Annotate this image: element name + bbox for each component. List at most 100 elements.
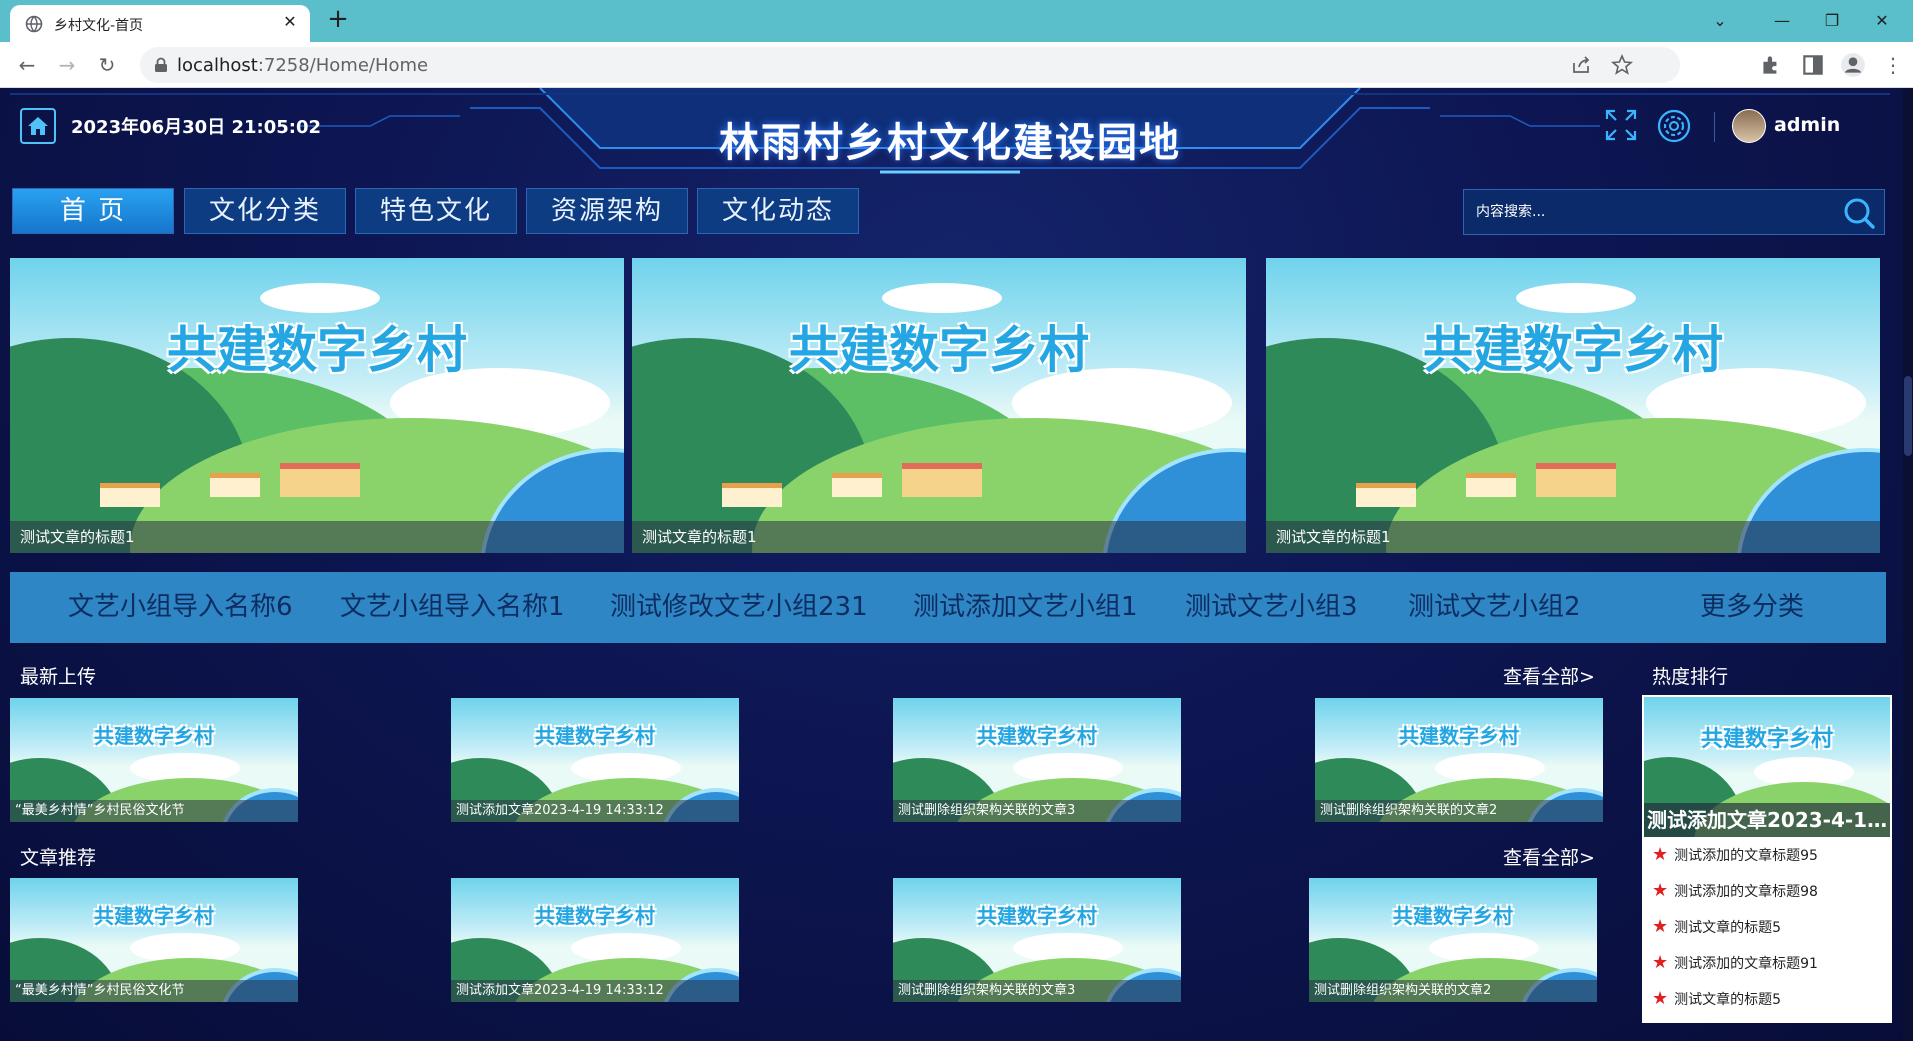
bookmark-star-icon[interactable] [1610, 53, 1634, 77]
banner-slide[interactable]: 共建数字乡村 测试文章的标题1 [1266, 258, 1880, 553]
article-card[interactable]: 共建数字乡村 测试删除组织架构关联的文章3 [893, 698, 1181, 822]
nav-item-resource-structure[interactable]: 资源架构 [526, 188, 688, 234]
hot-list-item[interactable]: ★ 测试文章的标题5 [1652, 987, 1781, 1011]
close-window-icon[interactable]: ✕ [1870, 9, 1894, 33]
card-caption: “最美乡村情”乡村民俗文化节 [10, 980, 298, 1002]
avatar[interactable] [1732, 109, 1766, 143]
search-input[interactable] [1464, 190, 1834, 234]
article-card[interactable]: 共建数字乡村 测试删除组织架构关联的文章3 [893, 878, 1181, 1002]
banner-slide[interactable]: 共建数字乡村 测试文章的标题1 [632, 258, 1246, 553]
article-card[interactable]: 共建数字乡村 “最美乡村情”乡村民俗文化节 [10, 698, 298, 822]
article-card[interactable]: 共建数字乡村 测试添加文章2023-4-19 14:33:12 [451, 698, 739, 822]
hot-feature-caption: 测试添加文章2023-4-19... [1644, 803, 1890, 837]
hot-list-item[interactable]: ★ 测试添加的文章标题98 [1652, 879, 1818, 903]
card-caption: “最美乡村情”乡村民俗文化节 [10, 800, 298, 822]
hot-ranking-panel: 共建数字乡村 测试添加文章2023-4-19... ★ 测试添加的文章标题95 ★… [1642, 695, 1892, 1023]
back-icon[interactable]: ← [14, 52, 40, 78]
category-item[interactable]: 文艺小组导入名称1 [340, 572, 565, 643]
card-caption: 测试删除组织架构关联的文章3 [893, 980, 1181, 1002]
article-card[interactable]: 共建数字乡村 测试删除组织架构关联的文章2 [1309, 878, 1597, 1002]
nav-item-home[interactable]: 首 页 [12, 188, 174, 234]
category-item[interactable]: 测试修改文艺小组231 [610, 572, 868, 643]
card-caption: 测试添加文章2023-4-19 14:33:12 [451, 800, 739, 822]
site-title: 林雨村乡村文化建设园地 [719, 120, 1181, 166]
page-scrollbar[interactable] [1903, 88, 1913, 1041]
card-headline: 共建数字乡村 [535, 904, 655, 928]
home-icon[interactable] [20, 108, 56, 144]
card-headline: 共建数字乡村 [94, 904, 214, 928]
nav-item-featured-culture[interactable]: 特色文化 [355, 188, 517, 234]
banner-caption: 测试文章的标题1 [10, 521, 624, 553]
article-card[interactable]: 共建数字乡村 “最美乡村情”乡村民俗文化节 [10, 878, 298, 1002]
article-card[interactable]: 共建数字乡村 测试删除组织架构关联的文章2 [1315, 698, 1603, 822]
hot-ranking-title: 热度排行 [1652, 666, 1729, 688]
star-icon: ★ [1652, 916, 1669, 937]
card-caption: 测试删除组织架构关联的文章2 [1309, 980, 1597, 1002]
card-caption: 测试删除组织架构关联的文章3 [893, 800, 1181, 822]
page: 2023年06月30日 21:05:02 林雨村乡村文化建设园地 admin 首… [0, 88, 1913, 1041]
more-categories-link[interactable]: 更多分类 [1700, 572, 1804, 643]
banner-headline: 共建数字乡村 [1423, 321, 1723, 379]
scrollbar-thumb[interactable] [1904, 376, 1912, 456]
card-headline: 共建数字乡村 [977, 904, 1097, 928]
card-headline: 共建数字乡村 [94, 724, 214, 748]
browser-tab[interactable]: 乡村文化-首页 ✕ [10, 5, 310, 42]
category-item[interactable]: 测试文艺小组2 [1408, 572, 1581, 643]
star-icon: ★ [1652, 988, 1669, 1009]
new-tab-icon[interactable]: + [326, 6, 350, 32]
nav-item-culture-categories[interactable]: 文化分类 [184, 188, 346, 234]
card-headline: 共建数字乡村 [1393, 904, 1513, 928]
search-icon[interactable] [1842, 196, 1876, 230]
star-icon: ★ [1652, 880, 1669, 901]
card-headline: 共建数字乡村 [1399, 724, 1519, 748]
banner-slide[interactable]: 共建数字乡村 测试文章的标题1 [10, 258, 624, 553]
url-host: localhost [177, 55, 258, 76]
banner-headline: 共建数字乡村 [167, 321, 467, 379]
globe-icon [25, 15, 43, 33]
latest-section-title: 最新上传 [20, 666, 97, 688]
header-divider [1714, 112, 1715, 142]
hot-list-item[interactable]: ★ 测试添加的文章标题95 [1652, 843, 1818, 867]
datetime: 2023年06月30日 21:05:02 [71, 117, 322, 138]
nav-item-culture-news[interactable]: 文化动态 [697, 188, 859, 234]
hot-list-item[interactable]: ★ 测试添加的文章标题91 [1652, 951, 1818, 975]
reload-icon[interactable]: ↻ [94, 52, 120, 78]
category-item[interactable]: 文艺小组导入名称6 [68, 572, 293, 643]
hot-item-title: 测试添加的文章标题95 [1674, 848, 1818, 864]
star-icon: ★ [1652, 952, 1669, 973]
hot-feature-headline: 共建数字乡村 [1700, 727, 1833, 752]
banner-caption: 测试文章的标题1 [1266, 521, 1880, 553]
url-path: :7258/Home/Home [257, 55, 429, 76]
profile-icon[interactable] [1840, 52, 1866, 78]
tab-close-icon[interactable]: ✕ [280, 12, 300, 32]
card-caption: 测试添加文章2023-4-19 14:33:12 [451, 980, 739, 1002]
extensions-icon[interactable] [1758, 52, 1784, 78]
hot-item-title: 测试添加的文章标题91 [1674, 956, 1818, 972]
minimize-icon[interactable]: — [1770, 9, 1794, 33]
latest-view-all-link[interactable]: 查看全部> [1503, 662, 1595, 689]
username[interactable]: admin [1774, 114, 1840, 136]
url-field[interactable]: localhost:7258/Home/Home [140, 47, 1680, 83]
hot-item-title: 测试文章的标题5 [1674, 920, 1782, 936]
hot-item-title: 测试添加的文章标题98 [1674, 884, 1818, 900]
forward-icon[interactable]: → [54, 52, 80, 78]
banner-caption: 测试文章的标题1 [632, 521, 1246, 553]
category-item[interactable]: 测试添加文艺小组1 [913, 572, 1138, 643]
share-icon[interactable] [1570, 53, 1594, 77]
side-panel-icon[interactable] [1800, 52, 1826, 78]
fullscreen-icon[interactable] [1604, 108, 1638, 142]
hot-feature-card[interactable]: 共建数字乡村 测试添加文章2023-4-19... [1644, 697, 1890, 837]
maximize-icon[interactable]: ❐ [1820, 9, 1844, 33]
settings-icon[interactable] [1656, 108, 1692, 144]
recommended-view-all-link[interactable]: 查看全部> [1503, 843, 1595, 870]
browser-menu-icon[interactable]: ⋮ [1880, 52, 1906, 78]
article-card[interactable]: 共建数字乡村 测试添加文章2023-4-19 14:33:12 [451, 878, 739, 1002]
tab-title: 乡村文化-首页 [54, 18, 144, 34]
hot-item-title: 测试文章的标题5 [1674, 992, 1782, 1008]
address-bar: ← → ↻ localhost:7258/Home/Home ⋮ [0, 42, 1913, 88]
category-item[interactable]: 测试文艺小组3 [1185, 572, 1358, 643]
hot-list-item[interactable]: ★ 测试文章的标题5 [1652, 915, 1781, 939]
card-caption: 测试删除组织架构关联的文章2 [1315, 800, 1603, 822]
category-bar: 文艺小组导入名称6 文艺小组导入名称1 测试修改文艺小组231 测试添加文艺小组… [10, 572, 1886, 643]
tab-search-icon[interactable]: ⌄ [1708, 9, 1732, 33]
